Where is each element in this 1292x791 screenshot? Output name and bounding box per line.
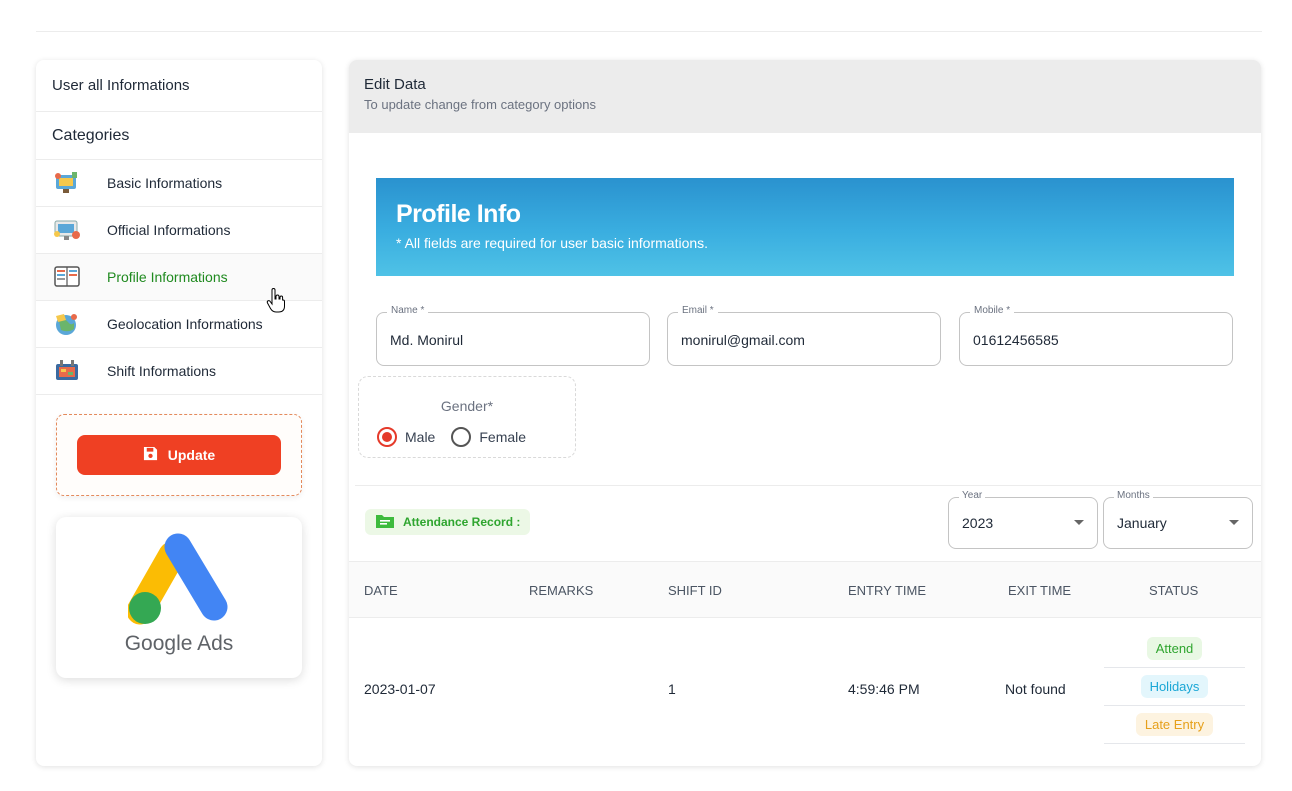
status-badge-late-entry: Late Entry xyxy=(1135,713,1214,736)
banner-title: Profile Info xyxy=(396,200,521,228)
column-header-date[interactable]: DATE xyxy=(364,583,398,598)
sidebar-item-basic[interactable]: Basic Informations xyxy=(36,160,322,207)
email-field: Email * xyxy=(667,305,941,366)
attendance-badge: Attendance Record : xyxy=(365,509,531,535)
email-label: Email * xyxy=(678,305,718,316)
google-ads-logo-icon xyxy=(128,533,228,625)
name-field: Name * xyxy=(376,305,650,366)
sidebar-item-label: Basic Informations xyxy=(107,175,223,191)
sidebar-item-shift[interactable]: Shift Informations xyxy=(36,348,322,395)
gender-radio-male[interactable] xyxy=(377,427,397,447)
table-header: DATE REMARKS SHIFT ID ENTRY TIME EXIT TI… xyxy=(349,561,1261,618)
cell-shift-id: 1 xyxy=(668,681,676,697)
banner-subtitle: * All fields are required for user basic… xyxy=(396,235,709,251)
column-header-remarks[interactable]: REMARKS xyxy=(529,583,593,598)
save-icon xyxy=(143,446,158,464)
google-ads-card[interactable]: Google Ads xyxy=(56,517,302,678)
chevron-down-icon xyxy=(1229,520,1239,525)
edit-data-panel: Edit Data To update change from category… xyxy=(349,60,1261,766)
mobile-field: Mobile * xyxy=(959,305,1233,366)
column-header-exit-time[interactable]: EXIT TIME xyxy=(1008,583,1071,598)
gender-option-label: Male xyxy=(405,429,436,445)
column-header-status[interactable]: STATUS xyxy=(1149,583,1198,598)
mobile-label: Mobile * xyxy=(970,305,1015,316)
geolocation-icon xyxy=(52,311,82,337)
categories-label: Categories xyxy=(36,112,322,160)
top-divider xyxy=(36,31,1262,32)
column-header-entry-time[interactable]: ENTRY TIME xyxy=(848,583,926,598)
month-value: January xyxy=(1117,515,1167,531)
month-label: Months xyxy=(1114,490,1153,501)
update-button[interactable]: Update xyxy=(77,435,281,475)
profile-banner: Profile Info * All fields are required f… xyxy=(376,178,1234,276)
official-info-icon xyxy=(52,217,82,243)
page-subtitle: To update change from category options xyxy=(364,97,596,112)
year-label: Year xyxy=(959,490,986,501)
status-badge-holidays: Holidays xyxy=(1140,675,1209,698)
cell-status: Attend Holidays Late Entry xyxy=(1104,630,1245,744)
gender-options: Male Female xyxy=(377,427,526,447)
month-select[interactable]: Months January xyxy=(1103,490,1253,549)
mobile-input[interactable] xyxy=(973,332,1205,348)
name-label: Name * xyxy=(387,305,429,316)
pointer-cursor-icon xyxy=(266,288,285,313)
cell-date: 2023-01-07 xyxy=(364,681,436,697)
profile-info-icon xyxy=(52,264,82,290)
year-value: 2023 xyxy=(962,515,994,531)
chevron-down-icon xyxy=(1074,520,1084,525)
year-select[interactable]: Year 2023 xyxy=(948,490,1098,549)
sidebar: User all Informations Categories Basic I… xyxy=(36,60,322,766)
gender-group: Gender* Male Female xyxy=(358,376,576,458)
folder-icon xyxy=(375,513,395,532)
status-badge-attend: Attend xyxy=(1146,637,1203,660)
shift-info-icon xyxy=(52,358,82,384)
cell-exit-time: Not found xyxy=(1005,681,1066,697)
email-input[interactable] xyxy=(681,332,913,348)
attendance-badge-label: Attendance Record : xyxy=(403,515,521,529)
sidebar-item-label: Profile Informations xyxy=(107,269,228,285)
sidebar-item-label: Shift Informations xyxy=(107,363,216,379)
update-container: Update xyxy=(56,414,302,496)
sidebar-header: User all Informations xyxy=(36,60,322,112)
panel-header: Edit Data To update change from category… xyxy=(349,60,1261,133)
update-button-label: Update xyxy=(167,447,216,463)
gender-radio-female[interactable] xyxy=(451,427,472,447)
name-input[interactable] xyxy=(390,332,622,348)
google-ads-text: Google Ads xyxy=(124,632,234,655)
gender-label: Gender* xyxy=(440,398,494,414)
sidebar-item-official[interactable]: Official Informations xyxy=(36,207,322,254)
basic-info-icon xyxy=(52,170,82,196)
section-divider xyxy=(355,485,1261,486)
sidebar-item-label: Geolocation Informations xyxy=(107,316,263,332)
page-title: Edit Data xyxy=(364,76,426,93)
gender-option-label: Female xyxy=(479,429,527,445)
column-header-shift-id[interactable]: SHIFT ID xyxy=(668,583,722,598)
sidebar-item-label: Official Informations xyxy=(107,222,231,238)
cell-entry-time: 4:59:46 PM xyxy=(848,681,920,697)
